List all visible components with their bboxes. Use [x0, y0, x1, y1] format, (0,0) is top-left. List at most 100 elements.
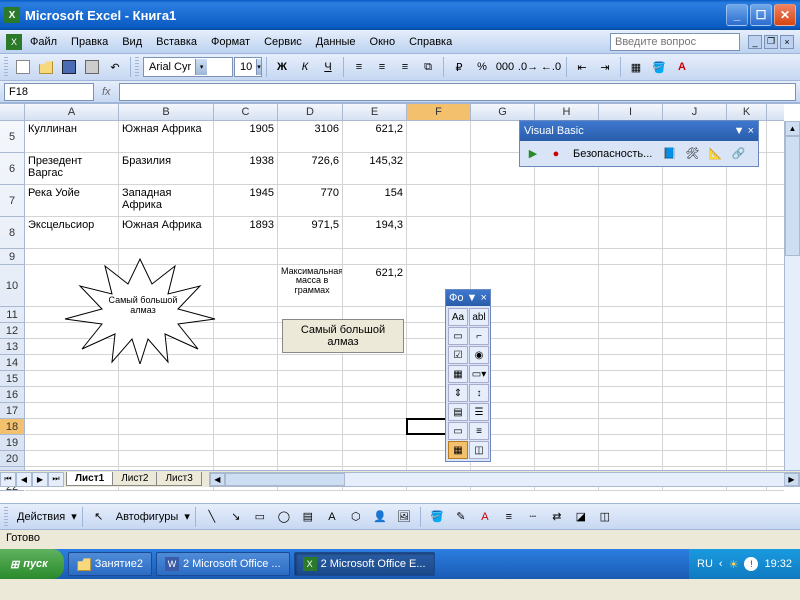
cell-H14[interactable]: [535, 355, 599, 370]
row-header-18[interactable]: 18: [0, 419, 24, 435]
scroll-left-button[interactable]: ◀: [210, 473, 225, 486]
security-button[interactable]: Безопасность...: [569, 148, 656, 160]
diagram-icon[interactable]: ⬡: [345, 506, 367, 528]
cell-B7[interactable]: Западная Африка: [119, 185, 214, 216]
cell-C20[interactable]: [214, 451, 278, 466]
tab-nav-first[interactable]: ⏮: [0, 472, 16, 487]
cell-C11[interactable]: [214, 307, 278, 322]
workbook-close[interactable]: ×: [780, 35, 794, 49]
cell-H13[interactable]: [535, 339, 599, 354]
toolbox-title[interactable]: Фо ▼ ×: [446, 290, 490, 306]
cell-D16[interactable]: [278, 387, 343, 402]
formula-input[interactable]: [119, 83, 796, 101]
cell-C7[interactable]: 1945: [214, 185, 278, 216]
cell-K11[interactable]: [727, 307, 767, 322]
cell-I7[interactable]: [599, 185, 663, 216]
cell-E16[interactable]: [343, 387, 407, 402]
cell-K19[interactable]: [727, 435, 767, 450]
cell-A14[interactable]: [25, 355, 119, 370]
cell-H7[interactable]: [535, 185, 599, 216]
row-header-14[interactable]: 14: [0, 355, 24, 371]
menu-view[interactable]: Вид: [116, 34, 148, 50]
cell-J20[interactable]: [663, 451, 727, 466]
start-button[interactable]: ⊞ пуск: [0, 549, 64, 579]
cell-H15[interactable]: [535, 371, 599, 386]
cell-J8[interactable]: [663, 217, 727, 248]
cell-A13[interactable]: [25, 339, 119, 354]
row-header-11[interactable]: 11: [0, 307, 24, 323]
cell-K12[interactable]: [727, 323, 767, 338]
row-header-17[interactable]: 17: [0, 403, 24, 419]
cell-A12[interactable]: [25, 323, 119, 338]
cell-D20[interactable]: [278, 451, 343, 466]
cell-B8[interactable]: Южная Африка: [119, 217, 214, 248]
merge-center-button[interactable]: ⧉: [417, 56, 439, 78]
cell-B12[interactable]: [119, 323, 214, 338]
cell-C8[interactable]: 1893: [214, 217, 278, 248]
cell-C18[interactable]: [214, 419, 278, 434]
comma-button[interactable]: 000: [494, 56, 516, 78]
tab-nav-prev[interactable]: ◀: [16, 472, 32, 487]
toolbox-item-13[interactable]: ≡: [469, 422, 489, 440]
cell-H19[interactable]: [535, 435, 599, 450]
cell-I8[interactable]: [599, 217, 663, 248]
cell-E8[interactable]: 194,3: [343, 217, 407, 248]
new-button[interactable]: [12, 56, 34, 78]
cell-J9[interactable]: [663, 249, 727, 264]
horizontal-scrollbar[interactable]: ◀ ▶: [209, 472, 800, 487]
cell-J11[interactable]: [663, 307, 727, 322]
arrow-icon[interactable]: ↘: [225, 506, 247, 528]
cell-B18[interactable]: [119, 419, 214, 434]
row-header-5[interactable]: 5: [0, 121, 24, 153]
cell-D19[interactable]: [278, 435, 343, 450]
cell-I11[interactable]: [599, 307, 663, 322]
row-header-10[interactable]: 10: [0, 265, 24, 307]
cell-B15[interactable]: [119, 371, 214, 386]
vertical-scrollbar[interactable]: ▲ ▼: [784, 121, 800, 487]
tray-icon[interactable]: ☀: [729, 558, 739, 571]
column-header-H[interactable]: H: [535, 104, 599, 120]
cell-I16[interactable]: [599, 387, 663, 402]
3d-icon[interactable]: ◫: [594, 506, 616, 528]
vb-editor-icon[interactable]: 📘: [659, 144, 679, 164]
cell-K18[interactable]: [727, 419, 767, 434]
cell-B20[interactable]: [119, 451, 214, 466]
cell-H8[interactable]: [535, 217, 599, 248]
cell-K15[interactable]: [727, 371, 767, 386]
row-header-13[interactable]: 13: [0, 339, 24, 355]
menu-data[interactable]: Данные: [310, 34, 362, 50]
cell-J13[interactable]: [663, 339, 727, 354]
percent-button[interactable]: %: [471, 56, 493, 78]
cell-B14[interactable]: [119, 355, 214, 370]
cell-F7[interactable]: [407, 185, 471, 216]
cell-F9[interactable]: [407, 249, 471, 264]
tray-icon[interactable]: !: [744, 557, 758, 571]
cell-E15[interactable]: [343, 371, 407, 386]
cell-E14[interactable]: [343, 355, 407, 370]
cell-I18[interactable]: [599, 419, 663, 434]
cell-F8[interactable]: [407, 217, 471, 248]
close-button[interactable]: ✕: [774, 4, 796, 26]
cell-D18[interactable]: [278, 419, 343, 434]
line-icon[interactable]: ╲: [201, 506, 223, 528]
cell-K10[interactable]: [727, 265, 767, 306]
cell-D10[interactable]: Максимальная масса в граммах: [278, 265, 343, 306]
forms-toolbox[interactable]: Фо ▼ × Aaabl▭⌐☑◉▦▭▾⇕↕▤☰▭≡▦◫: [445, 289, 491, 462]
fx-icon[interactable]: fx: [96, 86, 117, 98]
column-header-J[interactable]: J: [663, 104, 727, 120]
shadow-icon[interactable]: ◪: [570, 506, 592, 528]
cell-B6[interactable]: Бразилия: [119, 153, 214, 184]
tray-icon[interactable]: ‹: [719, 558, 723, 570]
menu-format[interactable]: Формат: [205, 34, 256, 50]
sheet-tab-Лист2[interactable]: Лист2: [112, 472, 157, 486]
language-indicator[interactable]: RU: [697, 558, 713, 570]
design-mode-icon[interactable]: 📐: [705, 144, 725, 164]
cell-I12[interactable]: [599, 323, 663, 338]
run-macro-icon[interactable]: ▶: [523, 144, 543, 164]
cell-A7[interactable]: Река Уойе: [25, 185, 119, 216]
row-header-16[interactable]: 16: [0, 387, 24, 403]
toolbox-item-6[interactable]: ▦: [448, 365, 468, 383]
save-button[interactable]: [58, 56, 80, 78]
row-header-7[interactable]: 7: [0, 185, 24, 217]
actions-menu[interactable]: Действия: [13, 511, 69, 523]
